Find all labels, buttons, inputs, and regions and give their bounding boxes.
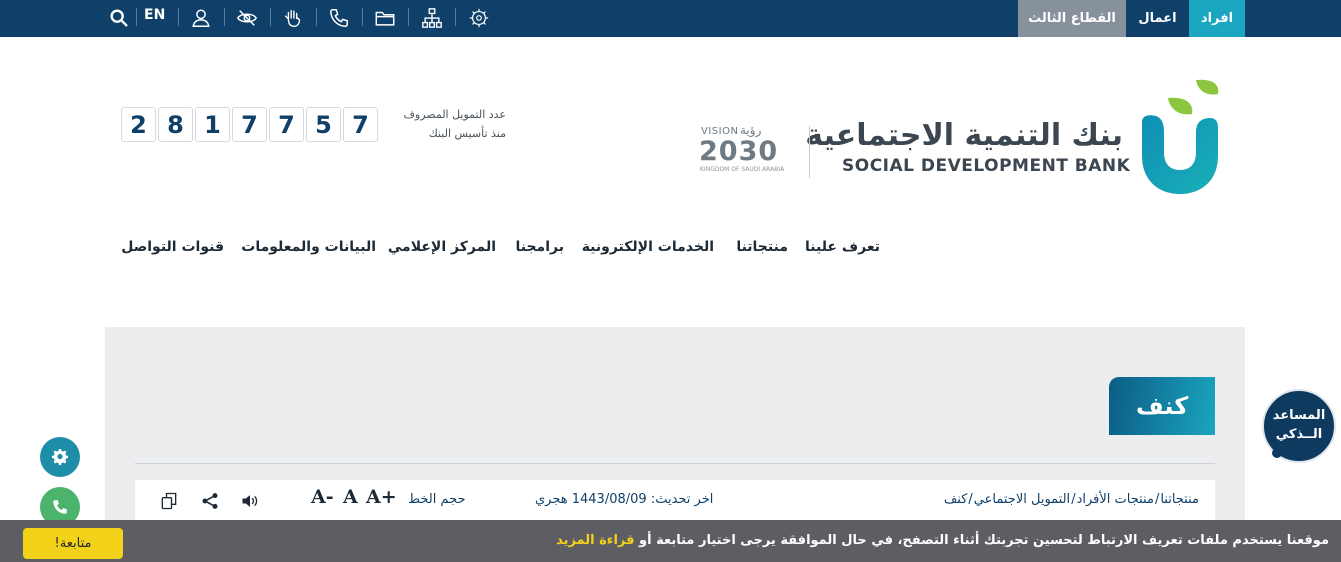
main-nav: تعرف علينا منتجاتنا الخدمات الإلكترونية …: [120, 239, 890, 261]
top-separator: [270, 8, 271, 26]
cookie-banner: موقعنا يستخدم ملفات تعريف الارتباط لتحسي…: [0, 520, 1341, 562]
sign-language-icon[interactable]: [278, 3, 308, 33]
last-updated: اخر تحديث: 1443/08/09 هجري: [535, 492, 713, 507]
page-title: كنف: [1109, 377, 1215, 435]
read-more-link[interactable]: قراءة المزيد: [556, 533, 634, 548]
top-separator: [408, 8, 409, 26]
nav-item-data[interactable]: البيانات والمعلومات: [241, 239, 376, 255]
breadcrumb-item[interactable]: التمويل الاجتماعي: [974, 492, 1070, 507]
nav-item-eservices[interactable]: الخدمات الإلكترونية: [582, 239, 714, 255]
search-icon[interactable]: [104, 3, 134, 33]
bank-name-arabic: بنك التنمية الاجتماعية: [805, 118, 1123, 153]
top-separator: [455, 8, 456, 26]
nav-item-media-center[interactable]: المركز الإعلامي: [388, 239, 496, 255]
sitemap-icon[interactable]: [417, 3, 447, 33]
phone-icon[interactable]: [324, 3, 354, 33]
font-size-label: حجم الخط: [408, 492, 466, 507]
language-toggle[interactable]: EN: [144, 0, 165, 32]
font-reset-button[interactable]: A: [343, 486, 358, 508]
font-decrease-button[interactable]: A-: [311, 486, 334, 508]
assistant-label-line2: الــذكي: [1275, 427, 1323, 442]
breadcrumb-current: كنف: [943, 492, 968, 507]
last-updated-value: 1443/08/09 هجري: [535, 492, 647, 507]
bank-name-english: SOCIAL DEVELOPMENT BANK: [842, 156, 1131, 176]
nav-item-programs[interactable]: برامجنا: [516, 239, 565, 255]
speaker-icon[interactable]: [238, 489, 262, 513]
phone-icon: [53, 500, 67, 514]
smart-assistant-button[interactable]: المساعد الــذكي: [1262, 389, 1336, 463]
counter-label-line1: عدد التمويل المصروف: [403, 108, 506, 121]
user-icon[interactable]: [186, 3, 216, 33]
settings-button[interactable]: [40, 437, 80, 477]
national-emblem-icon[interactable]: [464, 3, 494, 33]
counter-digit: 8: [158, 107, 193, 142]
segment-individuals[interactable]: افراد: [1189, 0, 1245, 37]
counter-digit: 7: [232, 107, 267, 142]
counter-digit: 7: [269, 107, 304, 142]
font-increase-button[interactable]: A+: [366, 486, 397, 508]
top-bar: افراد اعمال القطاع الثالث EN: [0, 0, 1341, 37]
segment-business[interactable]: اعمال: [1126, 0, 1189, 37]
segment-third-sector[interactable]: القطاع الثالث: [1018, 0, 1126, 37]
title-divider: [135, 463, 1215, 464]
breadcrumb: منتجاتنا/منتجات الأفراد/التمويل الاجتماع…: [943, 492, 1199, 507]
top-separator: [178, 8, 179, 26]
vision-word-arabic: رؤية: [740, 123, 762, 137]
top-separator: [316, 8, 317, 26]
vision-country: KINGDOM OF SAUDI ARABIA: [700, 166, 785, 173]
nav-item-products[interactable]: منتجاتنا: [736, 239, 788, 255]
last-updated-label: اخر تحديث:: [650, 492, 714, 507]
breadcrumb-item[interactable]: منتجات الأفراد: [1077, 492, 1154, 507]
nav-item-about[interactable]: تعرف علينا: [805, 239, 880, 255]
top-separator: [362, 8, 363, 26]
assistant-bubble-tail: [1272, 448, 1282, 458]
top-separator: [136, 8, 137, 26]
counter-label-line2: منذ تأسيس البنك: [428, 127, 506, 140]
eye-slash-icon[interactable]: [232, 3, 262, 33]
gear-icon: [51, 448, 69, 466]
assistant-label-line1: المساعد: [1272, 408, 1326, 423]
bank-logo-mark[interactable]: [1138, 76, 1222, 196]
nav-item-contact[interactable]: قنوات التواصل: [121, 239, 224, 255]
logo-divider: [809, 126, 810, 178]
copy-icon[interactable]: [157, 489, 181, 513]
funding-counter: 2 8 1 7 7 5 7: [121, 107, 378, 142]
cookie-message: موقعنا يستخدم ملفات تعريف الارتباط لتحسي…: [556, 533, 1329, 548]
page-info-bar: منتجاتنا/منتجات الأفراد/التمويل الاجتماع…: [135, 480, 1215, 522]
counter-digit: 2: [121, 107, 156, 142]
cookie-accept-button[interactable]: متابعة!: [23, 528, 123, 559]
cookie-text: موقعنا يستخدم ملفات تعريف الارتباط لتحسي…: [639, 533, 1329, 548]
vision-year: 2030: [699, 136, 779, 167]
folder-icon[interactable]: [370, 3, 400, 33]
share-icon[interactable]: [198, 489, 222, 513]
top-separator: [224, 8, 225, 26]
counter-digit: 7: [343, 107, 378, 142]
counter-digit: 1: [195, 107, 230, 142]
counter-digit: 5: [306, 107, 341, 142]
breadcrumb-item[interactable]: منتجاتنا: [1160, 492, 1199, 507]
